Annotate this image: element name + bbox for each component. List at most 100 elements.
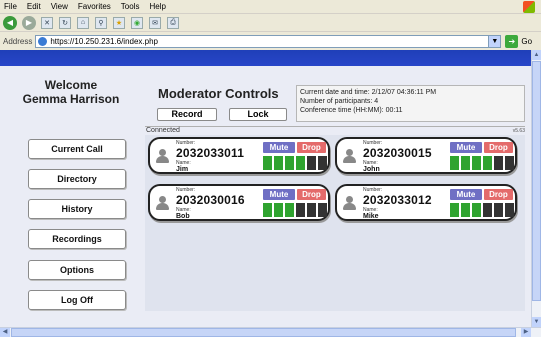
participant-card: Number: 2032033011 Name: Jim Mute Drop: [148, 137, 330, 174]
horizontal-scrollbar[interactable]: ◀ ▶: [0, 327, 541, 337]
ie-page-icon: [38, 36, 48, 46]
address-label: Address: [3, 36, 33, 46]
person-icon: [342, 149, 356, 163]
menu-bar: File Edit View Favorites Tools Help: [0, 0, 541, 14]
url-dropdown-icon[interactable]: ▼: [488, 35, 501, 47]
log-off-button[interactable]: Log Off: [28, 290, 126, 310]
level-segment: [472, 203, 481, 217]
favorites-star-icon[interactable]: ★: [113, 16, 125, 29]
mute-button[interactable]: Mute: [263, 142, 295, 153]
mail-icon[interactable]: ✉: [149, 16, 161, 29]
user-name: Gemma Harrison: [22, 92, 120, 106]
scroll-right-icon[interactable]: ▶: [521, 328, 531, 337]
top-banner: [0, 50, 531, 66]
media-icon[interactable]: ◉: [131, 16, 143, 29]
drop-button[interactable]: Drop: [297, 142, 326, 153]
sidebar: Welcome Gemma Harrison Current Call Dire…: [0, 66, 142, 327]
menu-file[interactable]: File: [4, 2, 17, 11]
go-button[interactable]: Go: [521, 37, 532, 46]
vertical-scroll-thumb[interactable]: [532, 61, 541, 301]
recordings-button[interactable]: Recordings: [28, 229, 126, 249]
level-segment: [274, 156, 283, 170]
back-icon[interactable]: ◀: [3, 15, 17, 30]
url-input[interactable]: https://10.250.231.6/index.php ▼: [35, 34, 502, 48]
browser-toolbar: ◀ ▶ ✕ ↻ ⌂ ⚲ ★ ◉ ✉ ⎙: [0, 14, 541, 32]
level-segment: [274, 203, 283, 217]
level-segment: [494, 203, 503, 217]
participant-name: Bob: [176, 213, 190, 220]
page-viewport: Welcome Gemma Harrison Current Call Dire…: [0, 50, 531, 327]
scroll-down-icon[interactable]: ▼: [532, 317, 541, 327]
participant-name: John: [363, 166, 380, 173]
level-segment: [307, 203, 316, 217]
audio-level-meter: [450, 203, 516, 217]
conference-time: Conference time (HH:MM): 00:11: [300, 107, 403, 114]
version-label: v5.63: [512, 128, 525, 134]
participants-area: Number: 2032033011 Name: Jim Mute Drop Number…: [145, 135, 525, 311]
drop-button[interactable]: Drop: [484, 142, 513, 153]
current-datetime: Current date and time: 2/12/07 04:36:11 …: [300, 89, 437, 96]
level-segment: [318, 203, 327, 217]
stop-icon[interactable]: ✕: [41, 16, 53, 29]
mute-button[interactable]: Mute: [263, 189, 295, 200]
menu-view[interactable]: View: [51, 2, 68, 11]
level-segment: [505, 156, 514, 170]
history-button[interactable]: History: [28, 199, 126, 219]
menu-help[interactable]: Help: [149, 2, 165, 11]
menu-edit[interactable]: Edit: [27, 2, 41, 11]
directory-button[interactable]: Directory: [28, 169, 126, 189]
url-text: https://10.250.231.6/index.php: [50, 36, 158, 46]
welcome-line: Welcome: [44, 78, 98, 92]
level-segment: [494, 156, 503, 170]
participant-number: 2032033012: [363, 193, 432, 207]
vertical-scrollbar[interactable]: ▲ ▼: [531, 50, 541, 327]
print-icon[interactable]: ⎙: [167, 16, 179, 29]
current-call-button[interactable]: Current Call: [28, 139, 126, 159]
scroll-left-icon[interactable]: ◀: [0, 328, 10, 337]
level-segment: [450, 156, 459, 170]
go-arrow-icon[interactable]: ➔: [505, 34, 519, 48]
person-icon: [155, 149, 169, 163]
options-button[interactable]: Options: [28, 260, 126, 280]
menu-tools[interactable]: Tools: [121, 2, 140, 11]
participant-card: Number: 2032033012 Name: Mike Mute Drop: [335, 184, 517, 221]
participant-card: Number: 2032030015 Name: John Mute Drop: [335, 137, 517, 174]
level-segment: [483, 156, 492, 170]
level-segment: [285, 203, 294, 217]
scroll-up-icon[interactable]: ▲: [532, 50, 541, 60]
record-button[interactable]: Record: [157, 108, 217, 121]
audio-level-meter: [263, 203, 329, 217]
level-segment: [318, 156, 327, 170]
refresh-icon[interactable]: ↻: [59, 16, 71, 29]
person-icon: [155, 196, 169, 210]
level-segment: [263, 203, 272, 217]
home-icon[interactable]: ⌂: [77, 16, 89, 29]
audio-level-meter: [450, 156, 516, 170]
menu-favorites[interactable]: Favorites: [78, 2, 111, 11]
mute-button[interactable]: Mute: [450, 142, 482, 153]
search-icon[interactable]: ⚲: [95, 16, 107, 29]
level-segment: [483, 203, 492, 217]
conference-info-box: Current date and time: 2/12/07 04:36:11 …: [296, 85, 525, 122]
level-segment: [285, 156, 294, 170]
connected-section-header: Connected v5.63: [145, 126, 525, 135]
level-segment: [263, 156, 272, 170]
person-icon: [342, 196, 356, 210]
level-segment: [296, 203, 305, 217]
level-segment: [461, 156, 470, 170]
level-segment: [296, 156, 305, 170]
participant-name: Jim: [176, 166, 189, 173]
level-segment: [505, 203, 514, 217]
mute-button[interactable]: Mute: [450, 189, 482, 200]
drop-button[interactable]: Drop: [484, 189, 513, 200]
forward-icon[interactable]: ▶: [22, 15, 36, 30]
participant-number: 2032030016: [176, 193, 245, 207]
lock-button[interactable]: Lock: [229, 108, 287, 121]
page-content: Welcome Gemma Harrison Current Call Dire…: [0, 66, 531, 327]
horizontal-scroll-thumb[interactable]: [11, 328, 516, 337]
drop-button[interactable]: Drop: [297, 189, 326, 200]
audio-level-meter: [263, 156, 329, 170]
participant-name: Mike: [363, 213, 379, 220]
level-segment: [461, 203, 470, 217]
address-bar: Address https://10.250.231.6/index.php ▼…: [0, 32, 541, 50]
